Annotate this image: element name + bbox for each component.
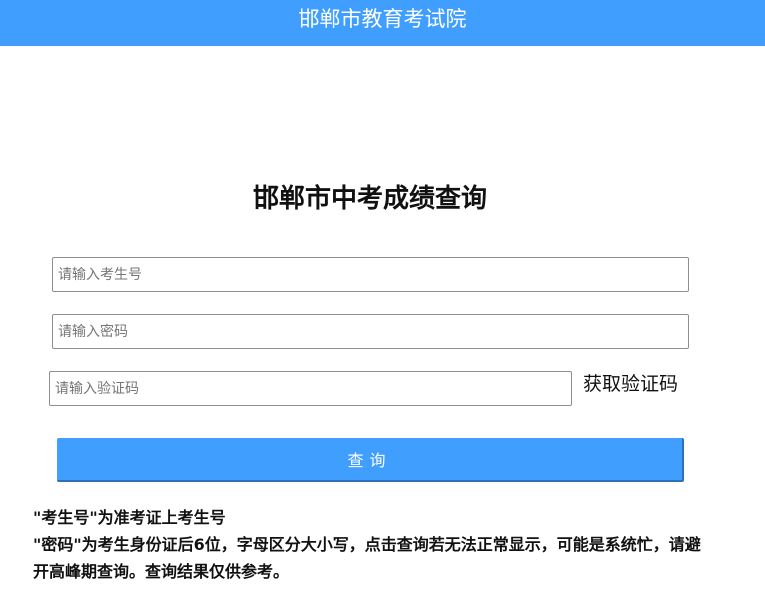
- get-captcha-button[interactable]: 获取验证码: [583, 369, 678, 396]
- candidate-id-input[interactable]: [52, 257, 689, 292]
- captcha-input[interactable]: [49, 371, 572, 406]
- header-bar: 邯郸市教育考试院: [0, 0, 765, 46]
- site-title: 邯郸市教育考试院: [298, 6, 467, 31]
- query-button[interactable]: 查询: [57, 438, 684, 482]
- instructions: "考生号"为准考证上考生号 "密码"为考生身份证后6位，字母区分大小写，点击查询…: [33, 504, 713, 585]
- note-password: "密码"为考生身份证后6位，字母区分大小写，点击查询若无法正常显示，可能是系统忙…: [33, 535, 701, 581]
- password-input[interactable]: [52, 314, 689, 349]
- note-candidate-id: "考生号"为准考证上考生号: [33, 508, 226, 527]
- page-title: 邯郸市中考成绩查询: [252, 184, 487, 214]
